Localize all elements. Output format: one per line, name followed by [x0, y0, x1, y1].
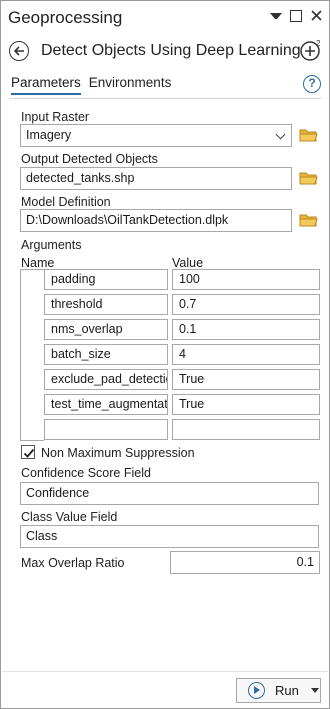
- arguments-name-header: Name: [21, 256, 55, 270]
- help-icon[interactable]: ?: [303, 75, 321, 93]
- argument-name-cell: batch_size: [44, 344, 168, 365]
- argument-value-cell[interactable]: 0.7: [172, 294, 320, 315]
- argument-name-cell: threshold: [44, 294, 168, 315]
- confidence-field-value: Confidence: [26, 486, 90, 500]
- argument-value-cell[interactable]: True: [172, 394, 320, 415]
- input-raster-select[interactable]: Imagery: [20, 124, 292, 147]
- argument-value-cell[interactable]: True: [172, 369, 320, 390]
- svg-text:2: 2: [316, 39, 321, 48]
- argument-name-cell: padding: [44, 269, 168, 290]
- add-to-favorites-button[interactable]: 2: [299, 38, 323, 62]
- run-options-chevron-icon[interactable]: [310, 688, 319, 693]
- tool-title: Detect Objects Using Deep Learning: [41, 42, 301, 59]
- tool-header: Detect Objects Using Deep Learning 2: [9, 38, 323, 64]
- argument-value-cell[interactable]: 100: [172, 269, 320, 290]
- browse-folder-icon[interactable]: [299, 212, 318, 228]
- window-controls: [270, 10, 322, 22]
- output-objects-input[interactable]: detected_tanks.shp: [20, 167, 292, 190]
- checkmark-icon: [23, 448, 35, 458]
- close-icon[interactable]: [310, 10, 322, 22]
- chevron-down-icon: [275, 129, 286, 140]
- class-field-input[interactable]: Class: [20, 525, 319, 548]
- argument-name-cell: test_time_augmentation: [44, 394, 168, 415]
- back-arrow-icon: [13, 46, 24, 56]
- confidence-field-label: Confidence Score Field: [21, 466, 151, 480]
- model-definition-value: D:\Downloads\OilTankDetection.dlpk: [26, 213, 229, 227]
- arguments-label: Arguments: [21, 238, 82, 252]
- run-button[interactable]: Run: [236, 678, 321, 703]
- pane-menu-chevron-icon[interactable]: [270, 10, 282, 22]
- add-circle-icon: 2: [300, 39, 321, 61]
- max-overlap-label: Max Overlap Ratio: [21, 556, 125, 570]
- argument-value-cell[interactable]: 0.1: [172, 319, 320, 340]
- argument-value-cell[interactable]: [172, 419, 320, 440]
- tab-divider: [9, 98, 321, 99]
- argument-value-cell[interactable]: 4: [172, 344, 320, 365]
- title-bar: Geoprocessing: [2, 2, 328, 34]
- argument-name-cell: nms_overlap: [44, 319, 168, 340]
- nms-checkbox[interactable]: [21, 445, 35, 459]
- input-raster-value: Imagery: [26, 128, 72, 142]
- arguments-value-header: Value: [172, 256, 204, 270]
- tab-environments[interactable]: Environments: [89, 75, 172, 93]
- output-objects-label: Output Detected Objects: [21, 152, 158, 166]
- tab-parameters[interactable]: Parameters: [11, 75, 81, 95]
- maximize-icon[interactable]: [290, 10, 302, 22]
- model-definition-input[interactable]: D:\Downloads\OilTankDetection.dlpk: [20, 209, 292, 232]
- input-raster-label: Input Raster: [21, 110, 90, 124]
- model-definition-label: Model Definition: [21, 195, 111, 209]
- browse-folder-icon[interactable]: [299, 170, 318, 186]
- browse-folder-icon[interactable]: [299, 127, 318, 143]
- pane-title: Geoprocessing: [8, 8, 123, 27]
- nms-label[interactable]: Non Maximum Suppression: [41, 446, 195, 460]
- class-field-label: Class Value Field: [21, 510, 118, 524]
- output-objects-value: detected_tanks.shp: [26, 171, 135, 185]
- run-label: Run: [275, 683, 299, 698]
- arguments-row-gutter: [20, 269, 44, 441]
- class-field-value: Class: [26, 529, 58, 543]
- run-play-icon: [248, 682, 265, 699]
- tab-strip: Parameters Environments ?: [11, 75, 321, 97]
- geoprocessing-pane: Geoprocessing Detect Objects Using Deep …: [0, 0, 330, 709]
- max-overlap-value: 0.1: [296, 555, 314, 569]
- back-button[interactable]: [9, 41, 29, 61]
- confidence-field-input[interactable]: Confidence: [20, 482, 319, 505]
- argument-name-cell[interactable]: [44, 419, 168, 440]
- footer-divider: [2, 671, 328, 672]
- max-overlap-input[interactable]: 0.1: [170, 551, 320, 574]
- argument-name-cell: exclude_pad_detections: [44, 369, 168, 390]
